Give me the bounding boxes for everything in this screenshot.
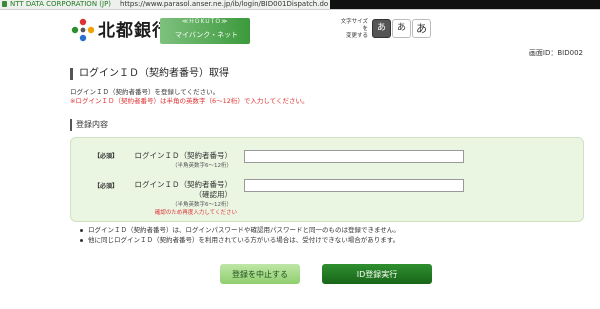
notes-list: ログインＩＤ（契約者番号）は、ログインパスワードや確認用パスワードと同一のものは… [80,225,400,245]
brand-subtitle: マイバンク・ネット [175,31,239,39]
font-size-label: 文字サイズを 変更する [340,19,368,39]
section-title: 登録内容 [70,119,588,131]
login-id-hint: （半角英数字6～12桁） [172,163,232,169]
warning-text: ※ログインＩＤ（契約者番号）は半角の英数字（6～12桁）で入力してください。 [70,97,309,105]
login-id-confirm-input[interactable] [244,179,464,192]
cancel-registration-button[interactable]: 登録を中止する [220,264,300,284]
font-size-large-button[interactable]: あ [412,19,431,38]
url-text[interactable]: https://www.parasol.anser.ne.jp/ib/login… [120,0,328,9]
font-size-medium-button[interactable]: あ [392,19,411,38]
redacted-region [330,0,600,9]
login-id-input[interactable] [244,150,464,163]
login-id-confirm-hint: （半角英数字6～12桁） [172,202,232,208]
screen-id: 画面ID：BID002 [528,49,583,57]
bullet-icon [80,238,83,242]
page-title: ログインＩＤ（契約者番号）取得 [70,68,229,80]
font-size-small-button[interactable]: あ [372,19,391,38]
note-item: ログインＩＤ（契約者番号）は、ログインパスワードや確認用パスワードと同一のものは… [80,225,400,235]
login-id-label: ログインＩＤ（契約者番号） [134,151,233,160]
bank-logo-icon [71,18,95,42]
login-id-confirm-label-sub: （確認用） [194,190,233,199]
login-id-confirm-note: 確認のため再度入力してください [154,210,237,216]
brand-hokuto-text: ≪HOKUTO≫ [182,18,229,25]
lock-icon [2,1,7,7]
address-bar[interactable]: NTT DATA CORPORATION (JP) https://www.pa… [0,0,600,10]
note-item: 他に同じログインＩＤ（契約者番号）を利用されている方がいる場合は、受付けできない… [80,235,400,245]
register-id-button[interactable]: ID登録実行 [322,264,432,284]
certificate-org: NTT DATA CORPORATION (JP) [10,0,112,8]
bullet-icon [80,228,83,232]
